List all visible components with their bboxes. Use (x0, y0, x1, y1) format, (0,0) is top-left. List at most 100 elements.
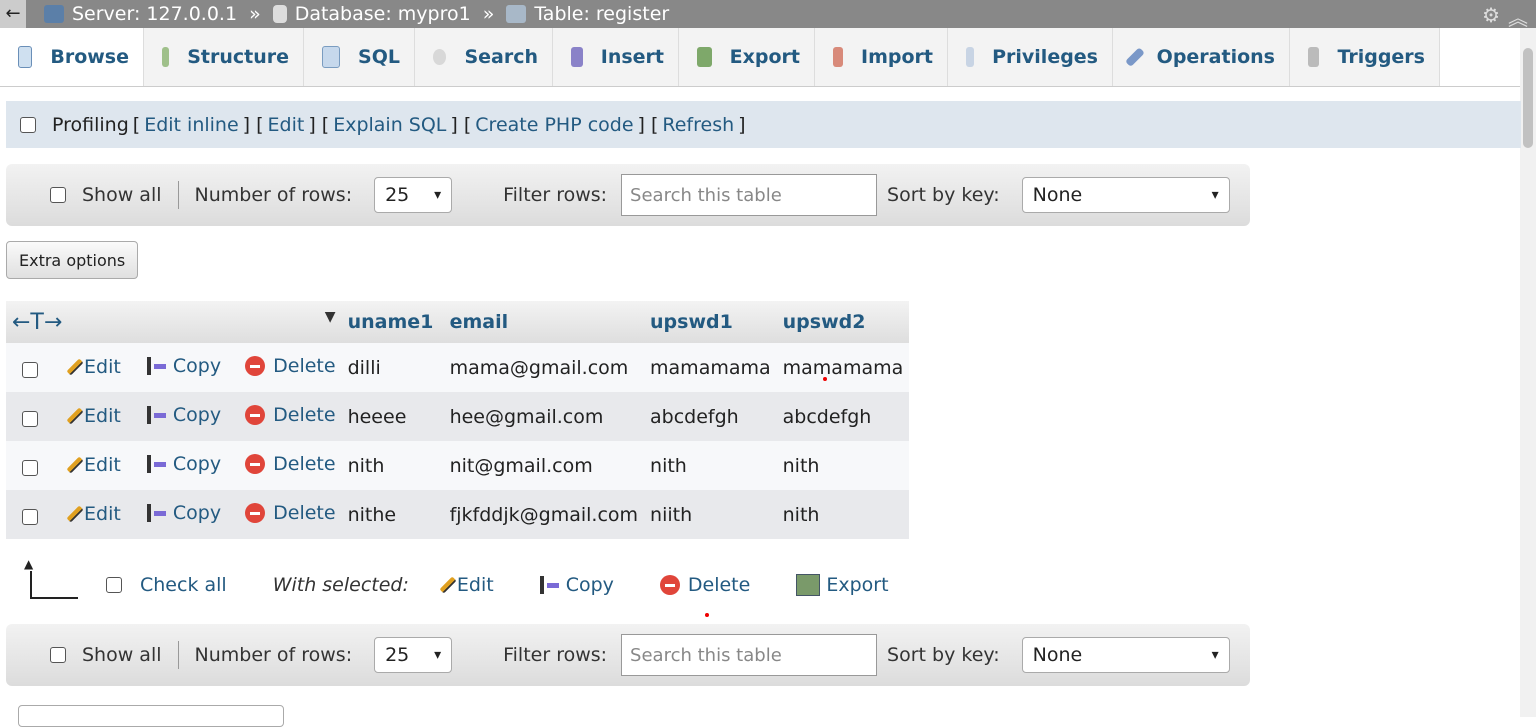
rows-select-value: 25 (385, 644, 410, 666)
cell-uname1[interactable]: dilli (341, 343, 444, 392)
sort-by-key-select[interactable]: None ▾ (1021, 177, 1230, 213)
cell-upswd1[interactable]: abcdefgh (644, 392, 777, 441)
row-checkbox[interactable] (22, 509, 38, 525)
vertical-scrollbar[interactable] (1520, 28, 1536, 717)
column-header-upswd2[interactable]: upswd2 (776, 301, 910, 343)
row-edit-link[interactable]: Edit (66, 356, 121, 378)
show-all-label: Show all (82, 184, 162, 206)
row-checkbox[interactable] (22, 460, 38, 476)
tab-insert[interactable]: Insert (553, 28, 679, 86)
row-delete-link[interactable]: Delete (245, 453, 336, 475)
filter-rows-input[interactable]: Search this table (621, 174, 878, 216)
collapse-icon[interactable]: ︽ (1508, 2, 1528, 31)
extra-options-button[interactable]: Extra options (6, 241, 139, 279)
scrollbar-thumb[interactable] (1523, 48, 1533, 148)
tab-export[interactable]: Export (679, 28, 815, 86)
explain-sql-link[interactable]: Explain SQL (333, 114, 446, 136)
rows-select[interactable]: 25 ▾ (374, 177, 453, 213)
copy-label: Copy (172, 354, 222, 377)
tab-sql[interactable]: SQL (304, 28, 415, 86)
row-copy-link[interactable]: Copy (145, 355, 221, 377)
tab-label: Export (729, 46, 800, 68)
tab-structure[interactable]: Structure (144, 28, 304, 86)
breadcrumb-table-label[interactable]: Table: register (534, 3, 669, 25)
cell-upswd2[interactable]: mamamama (776, 343, 910, 392)
import-icon (833, 47, 844, 67)
column-arrows-icon[interactable]: ←T→ (12, 310, 62, 335)
row-edit-link[interactable]: Edit (66, 454, 121, 476)
row-delete-link[interactable]: Delete (245, 502, 336, 524)
show-all-checkbox[interactable] (50, 187, 66, 203)
cell-upswd2[interactable]: nith (776, 490, 910, 539)
cell-email[interactable]: fjkfddjk@gmail.com (443, 490, 645, 539)
breadcrumb-database[interactable]: Database: mypro1 (272, 3, 471, 25)
row-edit-link[interactable]: Edit (66, 503, 121, 525)
tab-triggers[interactable]: Triggers (1290, 28, 1440, 86)
cell-email[interactable]: nit@gmail.com (443, 441, 645, 490)
delete-icon (245, 404, 266, 425)
row-copy-link[interactable]: Copy (145, 502, 221, 524)
export-icon (697, 47, 712, 67)
tab-label: Search (464, 46, 538, 68)
tab-label: Triggers (1337, 46, 1425, 68)
cell-upswd1[interactable]: niith (644, 490, 777, 539)
cell-email[interactable]: mama@gmail.com (443, 343, 645, 392)
tab-search[interactable]: Search (415, 28, 553, 86)
navigation-bar-top: Show all Number of rows: 25 ▾ Filter row… (6, 164, 1250, 226)
breadcrumb-server[interactable]: Server: 127.0.0.1 (44, 3, 237, 25)
cell-upswd1[interactable]: mamamama (644, 343, 777, 392)
cell-upswd2[interactable]: nith (776, 441, 910, 490)
filter-rows-input[interactable]: Search this table (621, 634, 878, 676)
cell-uname1[interactable]: nith (341, 441, 444, 490)
column-header-email[interactable]: email (443, 301, 645, 343)
search-icon (433, 49, 447, 65)
create-php-code-link[interactable]: Create PHP code (475, 114, 633, 136)
sort-by-key-select[interactable]: None ▾ (1021, 637, 1230, 673)
gear-icon[interactable]: ⚙ (1482, 3, 1500, 27)
column-header-uname1[interactable]: uname1 (341, 301, 444, 343)
row-delete-link[interactable]: Delete (245, 403, 336, 426)
show-all-label: Show all (82, 644, 162, 666)
row-copy-link[interactable]: Copy (145, 453, 221, 475)
edit-inline-link[interactable]: Edit inline (144, 114, 238, 136)
chevron-down-icon: ▾ (434, 187, 442, 203)
breadcrumb-server-label[interactable]: Server: 127.0.0.1 (72, 3, 237, 25)
copy-icon (145, 503, 167, 523)
row-copy-link[interactable]: Copy (145, 404, 221, 426)
cell-uname1[interactable]: heeee (341, 392, 444, 441)
check-all-checkbox[interactable] (106, 577, 122, 593)
cell-uname1[interactable]: nithe (341, 490, 444, 539)
bulk-copy-button[interactable]: Copy (538, 574, 614, 596)
tab-privileges[interactable]: Privileges (948, 28, 1113, 86)
tab-browse[interactable]: Browse (0, 28, 144, 86)
bulk-edit-button[interactable]: Edit (439, 574, 494, 596)
delete-label: Delete (273, 403, 336, 426)
check-all-label[interactable]: Check all (140, 574, 227, 596)
cell-email[interactable]: hee@gmail.com (443, 392, 645, 441)
back-arrow-icon[interactable]: ← (0, 0, 26, 28)
cell-upswd1[interactable]: nith (644, 441, 777, 490)
cell-upswd2[interactable]: abcdefgh (776, 392, 910, 441)
table-row: Edit Copy Delete nith nit@gmail.com nith… (6, 441, 910, 490)
breadcrumb-table[interactable]: Table: register (506, 3, 669, 25)
copy-label: Copy (172, 452, 222, 475)
bulk-delete-button[interactable]: Delete (659, 574, 750, 596)
row-checkbox[interactable] (22, 411, 38, 427)
refresh-link[interactable]: Refresh (662, 114, 734, 136)
edit-label: Edit (84, 453, 121, 476)
tab-import[interactable]: Import (815, 28, 948, 86)
column-header-upswd1[interactable]: upswd1 (644, 301, 777, 343)
rows-select[interactable]: 25 ▾ (374, 637, 453, 673)
bulk-export-button[interactable]: Export (796, 574, 889, 596)
tab-label: SQL (358, 46, 400, 68)
tab-operations[interactable]: Operations (1113, 28, 1290, 86)
row-edit-link[interactable]: Edit (66, 405, 121, 427)
row-delete-link[interactable]: Delete (245, 355, 336, 377)
show-all-checkbox[interactable] (50, 647, 66, 663)
edit-link[interactable]: Edit (268, 114, 305, 136)
chevron-down-icon: ▾ (434, 647, 442, 663)
profiling-checkbox[interactable] (20, 116, 36, 133)
breadcrumb-database-label[interactable]: Database: mypro1 (295, 3, 471, 25)
row-checkbox[interactable] (22, 362, 38, 378)
sort-dropdown-icon[interactable]: ▼ (325, 309, 336, 325)
